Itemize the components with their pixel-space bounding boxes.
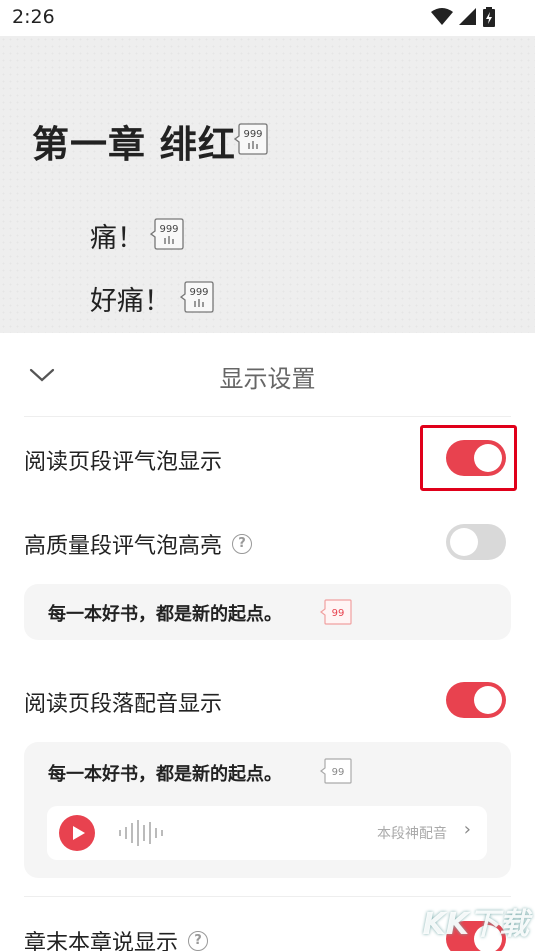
setting-label-text: 章末本章说显示 <box>24 931 179 951</box>
battery-icon <box>483 7 495 27</box>
toggle-knob <box>474 686 502 714</box>
reader-page: ‹ ▬ ▬ ▬ ● ▬▬▬▬ › ▬▬ › 第一章 绯红 999 痛！ 999 … <box>0 36 535 333</box>
status-icons <box>431 7 495 27</box>
setting-paragraph-bubble-label: 阅读页段评气泡显示 <box>24 444 222 476</box>
watermark: KK下载 <box>422 907 530 942</box>
setting-highlight-label: 高质量段评气泡高亮 ? <box>24 528 253 560</box>
back-icon[interactable]: ‹ ▬ ▬ ▬ <box>36 36 103 39</box>
highlight-bubble-toggle[interactable] <box>446 524 506 560</box>
preview-card-dubbing: 每一本好书，都是新的起点。 99 本段神配音 › <box>24 742 511 878</box>
chapter-title: 第一章 绯红 <box>32 123 236 166</box>
highlight-frame <box>420 425 517 491</box>
toggle-knob <box>450 528 478 556</box>
setting-label-text: 阅读页段评气泡显示 <box>24 450 223 475</box>
setting-label-text: 高质量段评气泡高亮 <box>24 534 223 559</box>
setting-label-text: 阅读页段落配音显示 <box>24 692 223 717</box>
chevron-right-icon: › <box>463 819 471 840</box>
bubble-count: 999 <box>159 224 178 235</box>
signal-icon <box>459 8 476 25</box>
dubbing-label: 本段神配音 <box>377 826 447 842</box>
help-icon[interactable]: ? <box>188 931 209 951</box>
status-bar: 2:26 <box>0 0 535 36</box>
comment-bubble-icon: 99 <box>320 758 352 784</box>
chevron-down-icon[interactable] <box>28 361 56 389</box>
comment-bubble-icon: 99 <box>320 599 352 625</box>
panel-header: 显示设置 <box>0 333 535 416</box>
preview-card-bubble: 每一本好书，都是新的起点。 99 <box>24 584 511 640</box>
waveform-icon <box>119 820 163 846</box>
bubble-count: 999 <box>243 129 262 140</box>
comment-bubble-icon[interactable]: 999 <box>234 122 268 156</box>
panel-title: 显示设置 <box>219 365 316 393</box>
paragraph-text: 好痛！ <box>90 286 171 317</box>
setting-chapter-end-label: 章末本章说显示 ? <box>24 925 209 951</box>
dubbing-toggle[interactable] <box>446 682 506 718</box>
divider <box>24 896 511 897</box>
status-time: 2:26 <box>12 6 55 28</box>
bubble-count: 999 <box>189 287 208 298</box>
bubble-count: 99 <box>332 608 345 619</box>
reader-top-bar: ‹ ▬ ▬ ▬ ● ▬▬▬▬ › ▬▬ › <box>0 36 535 46</box>
bubble-count: 99 <box>332 767 345 778</box>
preview-text: 每一本好书，都是新的起点。 <box>48 764 282 785</box>
wifi-icon <box>431 8 453 25</box>
divider <box>24 416 511 417</box>
play-icon[interactable] <box>59 815 95 851</box>
comment-bubble-icon[interactable]: 999 <box>150 217 184 251</box>
help-icon[interactable]: ? <box>232 534 253 554</box>
preview-text: 每一本好书，都是新的起点。 <box>48 604 282 625</box>
paragraph-text: 痛！ <box>90 223 144 254</box>
setting-dubbing-label: 阅读页段落配音显示 <box>24 686 222 718</box>
comment-bubble-icon[interactable]: 999 <box>180 280 214 314</box>
dubbing-audio-bar[interactable]: 本段神配音 › <box>47 806 487 860</box>
